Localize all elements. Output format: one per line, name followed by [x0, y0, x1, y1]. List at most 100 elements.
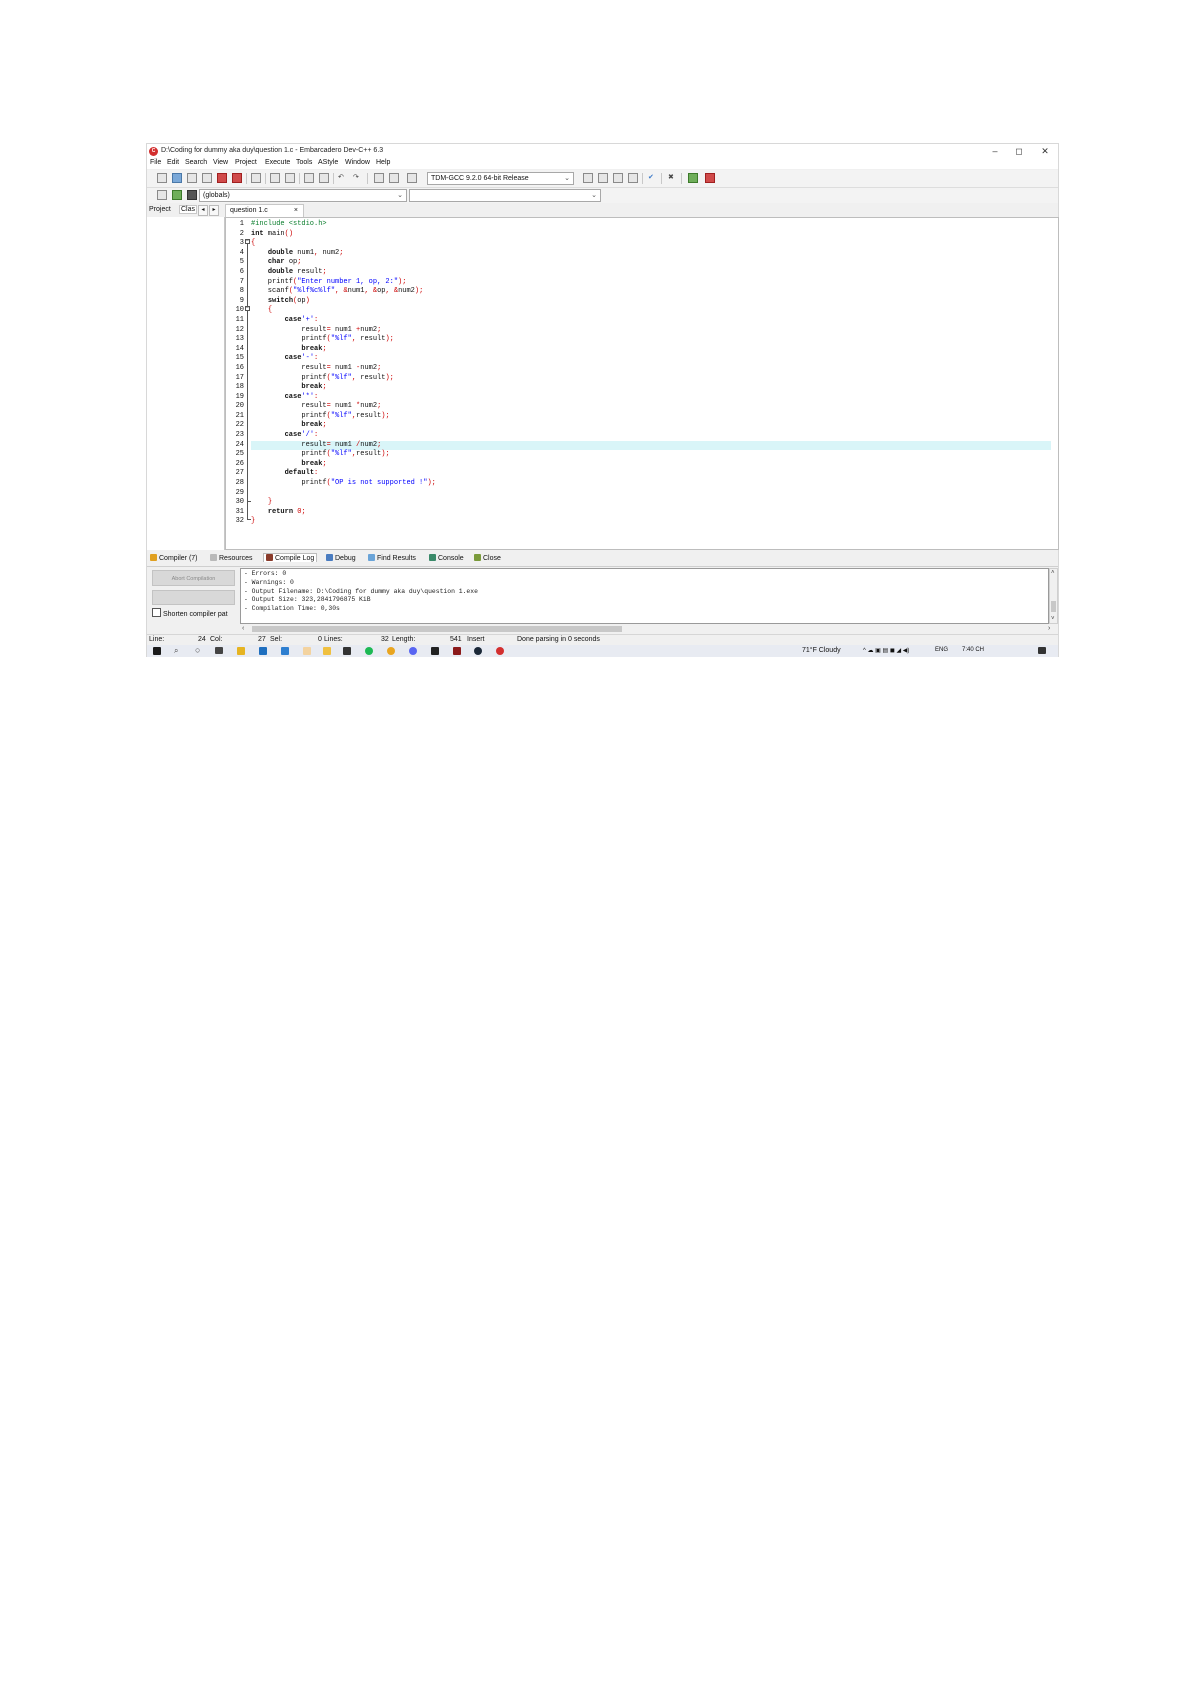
notes-icon[interactable]: [323, 647, 331, 655]
app-icon[interactable]: [303, 647, 311, 655]
tab-compile-log[interactable]: Compile Log: [263, 553, 318, 562]
toggle-bookmark-icon[interactable]: [172, 190, 182, 200]
code-line[interactable]: 32}: [236, 517, 1051, 527]
code-editor[interactable]: − − 1 #include <stdio.h> 2 int main() 3{4 do…: [225, 217, 1059, 550]
shorten-paths-checkbox[interactable]: Shorten compiler pat: [152, 608, 228, 618]
menu-view[interactable]: View: [213, 159, 228, 166]
open-file-icon[interactable]: [172, 173, 182, 183]
checkbox-icon[interactable]: [152, 608, 161, 617]
log-vertical-scrollbar[interactable]: ˄ ˅: [1049, 568, 1058, 624]
tab-project[interactable]: Project: [149, 206, 171, 213]
search-icon[interactable]: ⌕: [174, 647, 178, 655]
scrollbar-thumb[interactable]: [252, 626, 622, 632]
menu-search[interactable]: Search: [185, 159, 207, 166]
function-select[interactable]: ⌄: [409, 189, 601, 202]
mail-icon[interactable]: [281, 647, 289, 655]
code-line[interactable]: 25 printf("%lf",result);: [236, 450, 1051, 460]
tab-classes[interactable]: Clas: [179, 205, 198, 214]
app-icon[interactable]: [431, 647, 439, 655]
menu-edit[interactable]: Edit: [167, 159, 179, 166]
compiler-select[interactable]: TDM-GCC 9.2.0 64-bit Release ⌄: [427, 172, 574, 185]
menu-window[interactable]: Window: [345, 159, 370, 166]
cortana-icon[interactable]: ○: [195, 646, 200, 655]
compile-icon[interactable]: [583, 173, 593, 183]
run-icon[interactable]: [598, 173, 608, 183]
code-line[interactable]: 15 case'-':: [236, 354, 1051, 364]
tab-scroll-left-icon[interactable]: ◂: [198, 205, 208, 216]
scope-select[interactable]: (globals) ⌄: [199, 189, 407, 202]
notification-icon[interactable]: [1038, 647, 1046, 654]
task-view-icon[interactable]: [215, 647, 223, 654]
print-icon[interactable]: [251, 173, 261, 183]
language-indicator[interactable]: ENG: [935, 647, 948, 653]
code-line[interactable]: 12 result= num1 +num2;: [236, 326, 1051, 336]
code-line[interactable]: 22 break;: [236, 421, 1051, 431]
code-line[interactable]: 26 break;: [236, 460, 1051, 470]
find-icon[interactable]: [270, 173, 280, 183]
code-line[interactable]: 24 result= num1 /num2;: [236, 440, 1051, 451]
code-line[interactable]: 7 printf("Enter number 1, op, 2:");: [240, 278, 1051, 288]
log-horizontal-scrollbar[interactable]: ‹ ›: [240, 625, 1058, 633]
bookmark-icon[interactable]: [407, 173, 417, 183]
menu-tools[interactable]: Tools: [296, 159, 312, 166]
rebuild-icon[interactable]: [628, 173, 638, 183]
check-syntax-icon[interactable]: ✔: [648, 174, 654, 182]
menu-help[interactable]: Help: [376, 159, 390, 166]
stop-execution-icon[interactable]: ✖: [668, 174, 674, 182]
code-line[interactable]: 9 switch(op): [240, 297, 1051, 307]
tab-debug[interactable]: Debug: [326, 554, 356, 562]
code-line[interactable]: 30 }: [236, 498, 1051, 508]
redo-icon[interactable]: ↷: [353, 174, 359, 182]
code-line[interactable]: 20 result= num1 *num2;: [236, 402, 1051, 412]
save-icon[interactable]: [187, 173, 197, 183]
menu-project[interactable]: Project: [235, 159, 257, 166]
code-line[interactable]: 1 #include <stdio.h>: [240, 220, 1051, 230]
go-back-icon[interactable]: [374, 173, 384, 183]
menu-astyle[interactable]: AStyle: [318, 159, 338, 166]
code-line[interactable]: 6 double result;: [240, 268, 1051, 278]
code-line[interactable]: 3{: [240, 239, 1051, 249]
new-file-icon[interactable]: [157, 173, 167, 183]
fold-toggle-icon[interactable]: −: [245, 306, 250, 311]
tray-icons[interactable]: ^ ☁ ▣ ▤ ◼ ◢ ◀): [863, 647, 909, 654]
close-all-icon[interactable]: [232, 173, 242, 183]
goto-bookmark-icon[interactable]: [187, 190, 197, 200]
tab-scroll-right-icon[interactable]: ▸: [209, 205, 219, 216]
code-line[interactable]: 10 {: [236, 306, 1051, 316]
class-browser-panel[interactable]: [147, 217, 225, 550]
code-line[interactable]: 31 return 0;: [236, 508, 1051, 518]
code-area[interactable]: 1 #include <stdio.h> 2 int main() 3{4 double…: [236, 220, 1051, 527]
scroll-right-icon[interactable]: ›: [1048, 625, 1050, 633]
undo-icon[interactable]: ↶: [338, 174, 344, 182]
file-explorer-icon[interactable]: [237, 647, 245, 655]
abort-compilation-button[interactable]: Abort Compilation: [152, 570, 235, 586]
code-line[interactable]: 14 break;: [236, 345, 1051, 355]
maximize-button[interactable]: ◻: [1007, 145, 1031, 157]
spotify-icon[interactable]: [365, 647, 373, 655]
code-line[interactable]: 8 scanf("%lf%c%lf", &num1, &op, &num2);: [240, 287, 1051, 297]
profile-icon[interactable]: [705, 173, 715, 183]
code-line[interactable]: 5 char op;: [240, 258, 1051, 268]
tab-resources[interactable]: Resources: [210, 554, 252, 562]
insert-icon[interactable]: [157, 190, 167, 200]
menu-file[interactable]: File: [150, 159, 161, 166]
go-forward-icon[interactable]: [389, 173, 399, 183]
tab-find-results[interactable]: Find Results: [368, 554, 416, 562]
close-file-icon[interactable]: [217, 173, 227, 183]
app-icon[interactable]: [343, 647, 351, 655]
code-line[interactable]: 16 result= num1 -num2;: [236, 364, 1051, 374]
weather-widget[interactable]: 71°F Cloudy: [802, 647, 841, 654]
code-line[interactable]: 23 case'/':: [236, 431, 1051, 441]
compile-log-output[interactable]: - Errors: 0 - Warnings: 0 - Output Filen…: [240, 568, 1049, 624]
code-line[interactable]: 19 case'*':: [236, 393, 1051, 403]
store-icon[interactable]: [259, 647, 267, 655]
windows-start-icon[interactable]: [153, 647, 161, 655]
menu-execute[interactable]: Execute: [265, 159, 290, 166]
devcpp-taskbar-icon[interactable]: [496, 647, 504, 655]
discord-icon[interactable]: [409, 647, 417, 655]
code-line[interactable]: 21 printf("%lf",result);: [236, 412, 1051, 422]
code-line[interactable]: 18 break;: [236, 383, 1051, 393]
minimize-button[interactable]: –: [983, 145, 1007, 157]
save-all-icon[interactable]: [202, 173, 212, 183]
debug-icon[interactable]: [688, 173, 698, 183]
